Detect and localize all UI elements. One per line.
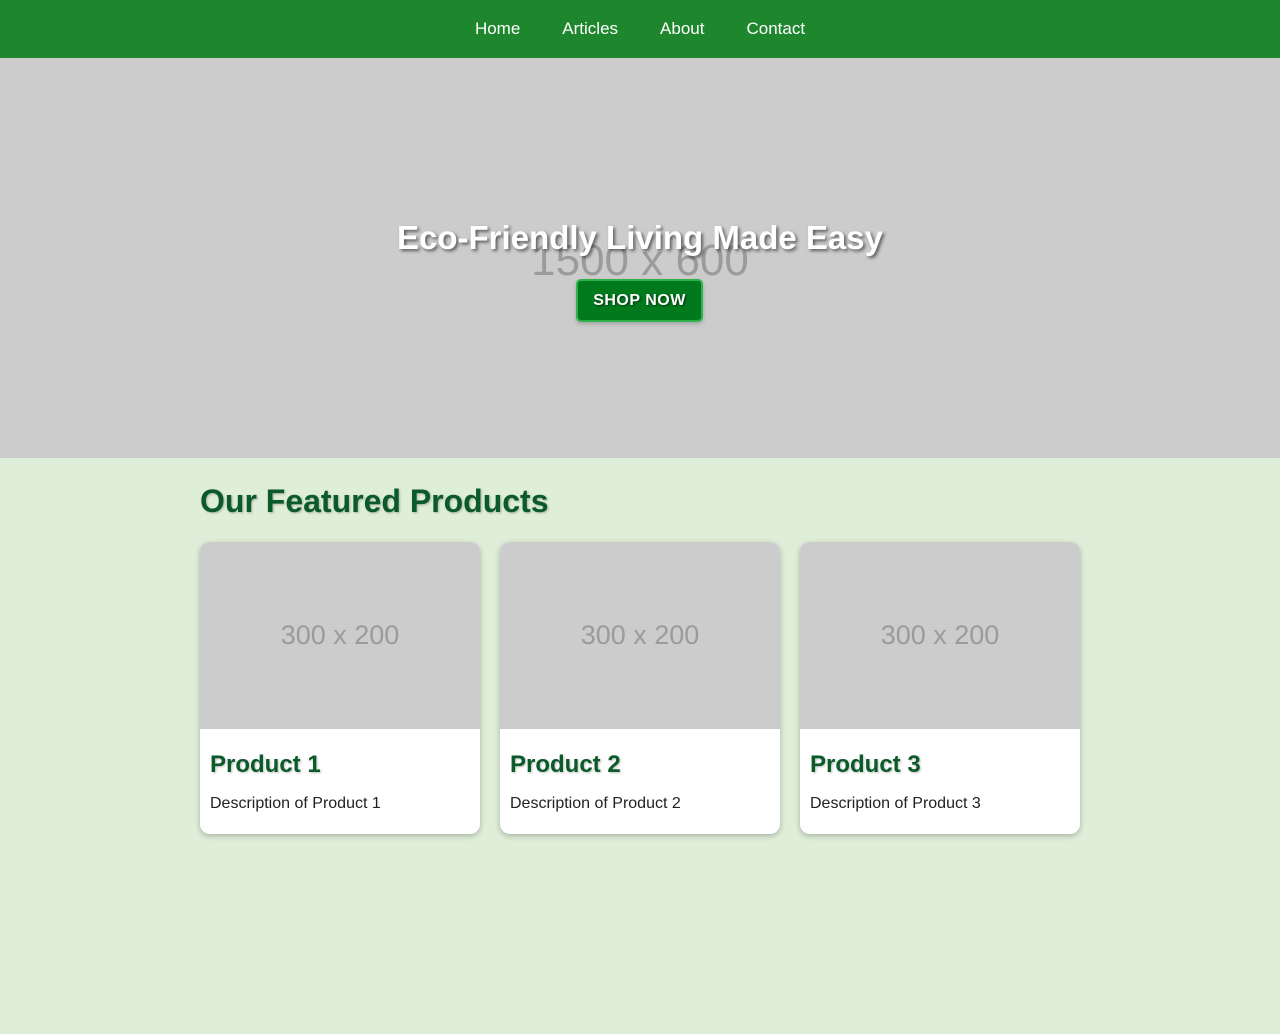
product-card[interactable]: 300 x 200 Product 2 Description of Produ… bbox=[500, 542, 780, 834]
product-description: Description of Product 1 bbox=[210, 795, 381, 812]
product-title: Product 1 bbox=[210, 751, 321, 778]
top-navbar: Home Articles About Contact bbox=[0, 0, 1280, 58]
product-card[interactable]: 300 x 200 Product 1 Description of Produ… bbox=[200, 542, 480, 834]
featured-products-section: Our Featured Products 300 x 200 Product … bbox=[200, 458, 1080, 834]
featured-products-title: Our Featured Products bbox=[200, 483, 549, 519]
nav-link-home[interactable]: Home bbox=[475, 19, 520, 39]
product-description: Description of Product 3 bbox=[810, 795, 981, 812]
shop-now-button[interactable]: SHOP NOW bbox=[576, 279, 703, 322]
hero-banner: 1500 x 600 Eco-Friendly Living Made Easy… bbox=[0, 58, 1280, 458]
product-image-placeholder: 300 x 200 bbox=[800, 542, 1080, 729]
hero-title: Eco-Friendly Living Made Easy bbox=[397, 219, 883, 256]
nav-link-contact[interactable]: Contact bbox=[746, 19, 805, 39]
product-title: Product 2 bbox=[510, 751, 621, 778]
product-card-body: Product 3 Description of Product 3 bbox=[800, 729, 1080, 814]
product-card-list: 300 x 200 Product 1 Description of Produ… bbox=[200, 542, 1080, 834]
product-card-body: Product 2 Description of Product 2 bbox=[500, 729, 780, 814]
product-card[interactable]: 300 x 200 Product 3 Description of Produ… bbox=[800, 542, 1080, 834]
product-image-placeholder: 300 x 200 bbox=[500, 542, 780, 729]
nav-link-about[interactable]: About bbox=[660, 19, 704, 39]
product-image-placeholder: 300 x 200 bbox=[200, 542, 480, 729]
product-title: Product 3 bbox=[810, 751, 921, 778]
product-card-body: Product 1 Description of Product 1 bbox=[200, 729, 480, 814]
product-description: Description of Product 2 bbox=[510, 795, 681, 812]
nav-link-articles[interactable]: Articles bbox=[562, 19, 618, 39]
